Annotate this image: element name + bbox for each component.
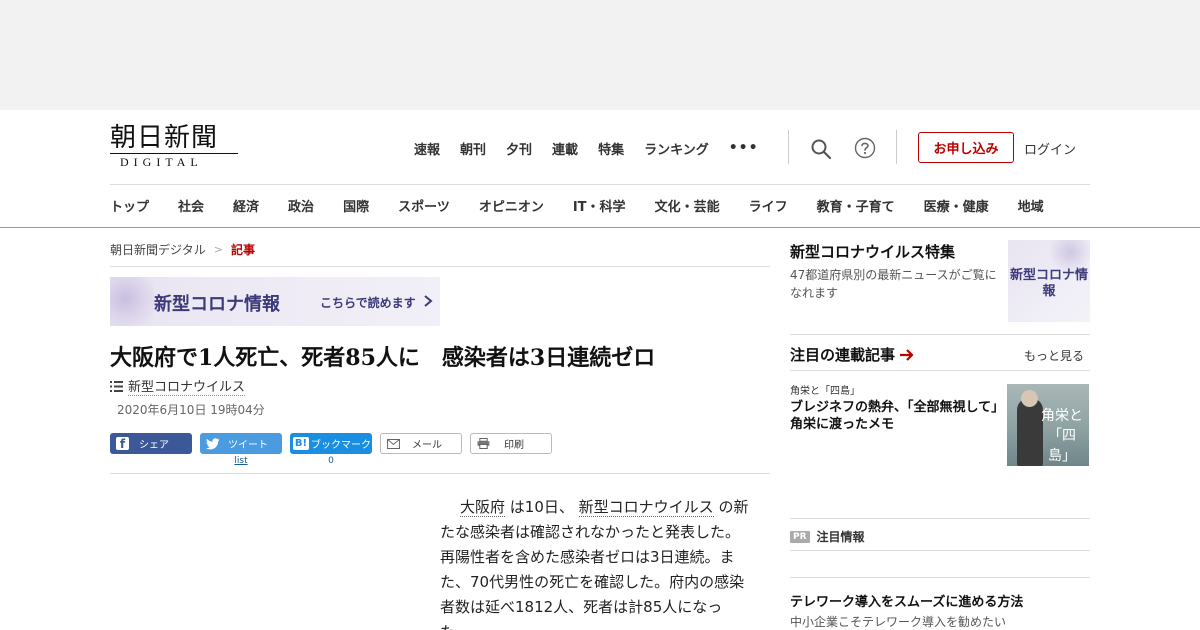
breadcrumb-current: 記事 xyxy=(230,243,255,257)
serial-article-link[interactable]: ブレジネフの熱弁、「全部無視して」 角栄に渡ったメモ xyxy=(790,399,1011,433)
serial-section-heading[interactable]: 注目の連載記事 xyxy=(790,344,915,365)
thumbnail-label: 新型コロナ情報 xyxy=(1009,268,1088,299)
banner-link-text: こちらで読めます xyxy=(320,296,416,310)
pr-badge: PR xyxy=(790,530,810,543)
ad-area xyxy=(0,0,1200,110)
divider xyxy=(790,370,1090,371)
thumbnail-caption: 角栄と「四島」 xyxy=(1041,408,1083,464)
print-button[interactable]: 印刷 xyxy=(470,433,552,454)
twitter-count[interactable]: list xyxy=(200,456,282,466)
breadcrumb: 朝日新聞デジタル > 記事 xyxy=(110,241,255,258)
keyword-link-osaka[interactable]: 大阪府 xyxy=(460,498,506,517)
facebook-icon: f xyxy=(116,437,129,451)
topnav-item-chokan[interactable]: 朝刊 xyxy=(460,139,486,158)
category-local[interactable]: 地域 xyxy=(1018,196,1044,215)
divider xyxy=(790,550,1090,551)
logo-jp-text: 朝日新聞 xyxy=(110,123,219,153)
article-tag-row: 新型コロナウイルス xyxy=(110,376,246,396)
logo-en-text: DIGITAL xyxy=(120,155,203,169)
serial-thumbnail[interactable]: 角栄と「四島」 xyxy=(1007,384,1089,466)
article-headline: 大阪府で1人死亡、死者85人に 感染者は3日連続ゼロ xyxy=(110,345,656,371)
hatena-icon: B! xyxy=(293,437,309,450)
twitter-share-button[interactable]: ツイート xyxy=(200,433,282,454)
twitter-share-label: ツイート xyxy=(228,440,268,451)
article-body: 大阪府 は10日、 新型コロナウイルス の新たな感染者は確認されなかったと発表し… xyxy=(440,495,752,630)
arrow-right-icon xyxy=(900,348,914,361)
header-divider xyxy=(896,130,897,164)
article-date: 2020年6月10日 19時04分 xyxy=(117,403,265,417)
list-icon xyxy=(110,380,123,392)
divider xyxy=(110,266,770,267)
mail-share-button[interactable]: メール xyxy=(380,433,462,454)
divider xyxy=(790,577,1090,578)
hatena-bookmark-label: ブックマーク xyxy=(311,440,371,451)
serial-heading-label: 注目の連載記事 xyxy=(790,346,896,364)
divider xyxy=(790,334,1090,335)
category-culture[interactable]: 文化・芸能 xyxy=(655,196,720,215)
topnav-item-tokushu[interactable]: 特集 xyxy=(598,139,624,158)
sidebar-feature-thumbnail[interactable]: 新型コロナ情報 xyxy=(1008,240,1090,322)
category-it-science[interactable]: IT・科学 xyxy=(573,196,626,215)
login-link[interactable]: ログイン xyxy=(1024,139,1076,158)
thumbnail-figure-head xyxy=(1021,390,1038,407)
topnav-item-rensai[interactable]: 連載 xyxy=(552,139,578,158)
mail-share-label: メール xyxy=(412,440,442,451)
header-divider xyxy=(788,130,789,164)
keyword-link-coronavirus[interactable]: 新型コロナウイルス xyxy=(578,498,714,517)
category-international[interactable]: 国際 xyxy=(343,196,369,215)
pr-heading-label: 注目情報 xyxy=(816,530,865,544)
banner-decoration xyxy=(110,277,154,326)
topic-tag-link[interactable]: 新型コロナウイルス xyxy=(128,376,246,396)
category-sports[interactable]: スポーツ xyxy=(398,196,450,215)
hatena-count[interactable]: 0 xyxy=(290,456,372,466)
top-nav: 速報 朝刊 夕刊 連載 特集 ランキング ••• xyxy=(414,138,759,158)
pr-article-link[interactable]: テレワーク導入をスムーズに進める方法 xyxy=(790,591,1023,610)
body-text-segment: は10日、 xyxy=(509,498,574,516)
breadcrumb-home[interactable]: 朝日新聞デジタル xyxy=(110,241,206,258)
print-icon xyxy=(477,438,490,449)
sidebar-feature-title[interactable]: 新型コロナウイルス特集 xyxy=(790,241,955,262)
facebook-share-label: シェア xyxy=(139,440,169,451)
see-more-link[interactable]: もっと見る xyxy=(1024,347,1084,364)
sidebar-feature-description: 47都道府県別の最新ニュースがご覧になれます xyxy=(790,268,997,300)
corona-info-banner[interactable]: 新型コロナ情報 こちらで読めます xyxy=(110,277,440,326)
topnav-item-yukan[interactable]: 夕刊 xyxy=(506,139,532,158)
subscribe-button[interactable]: お申し込み xyxy=(918,132,1014,163)
mail-icon xyxy=(387,438,400,449)
facebook-share-button[interactable]: f シェア xyxy=(110,433,192,454)
category-nav: トップ 社会 経済 政治 国際 スポーツ オピニオン IT・科学 文化・芸能 ラ… xyxy=(110,196,1044,215)
category-life[interactable]: ライフ xyxy=(749,196,788,215)
help-icon[interactable] xyxy=(854,137,876,159)
print-label: 印刷 xyxy=(504,440,524,451)
site-logo[interactable]: 朝日新聞 DIGITAL xyxy=(110,123,240,169)
breadcrumb-separator: > xyxy=(213,243,223,256)
serial-kicker: 角栄と「四島」 xyxy=(790,386,860,397)
more-menu-button[interactable]: ••• xyxy=(729,140,759,156)
divider xyxy=(790,518,1090,519)
body-text-segment: の新たな感染者は確認されなかったと発表した。再陽性者を含めた感染者ゼロは3日連続… xyxy=(440,498,749,630)
topnav-item-sokuho[interactable]: 速報 xyxy=(414,139,440,158)
divider xyxy=(110,184,1090,185)
category-society[interactable]: 社会 xyxy=(178,196,204,215)
banner-title: 新型コロナ情報 xyxy=(154,294,280,315)
divider xyxy=(110,473,770,474)
category-politics[interactable]: 政治 xyxy=(288,196,314,215)
category-education[interactable]: 教育・子育て xyxy=(817,196,895,215)
category-top[interactable]: トップ xyxy=(110,196,149,215)
pr-section-heading: PR 注目情報 xyxy=(790,528,865,545)
pr-article-description: 中小企業こそテレワーク導入を勧めたい xyxy=(790,615,1007,629)
twitter-icon xyxy=(206,437,220,449)
article-paragraph: 大阪府 は10日、 新型コロナウイルス の新たな感染者は確認されなかったと発表し… xyxy=(440,495,752,630)
category-opinion[interactable]: オピニオン xyxy=(479,196,544,215)
hatena-bookmark-button[interactable]: B! ブックマーク xyxy=(290,433,372,454)
logo-rule xyxy=(110,153,238,154)
topnav-item-ranking[interactable]: ランキング xyxy=(644,139,709,158)
chevron-right-icon xyxy=(424,295,433,307)
search-icon[interactable] xyxy=(810,138,832,160)
category-economy[interactable]: 経済 xyxy=(233,196,259,215)
category-health[interactable]: 医療・健康 xyxy=(924,196,989,215)
